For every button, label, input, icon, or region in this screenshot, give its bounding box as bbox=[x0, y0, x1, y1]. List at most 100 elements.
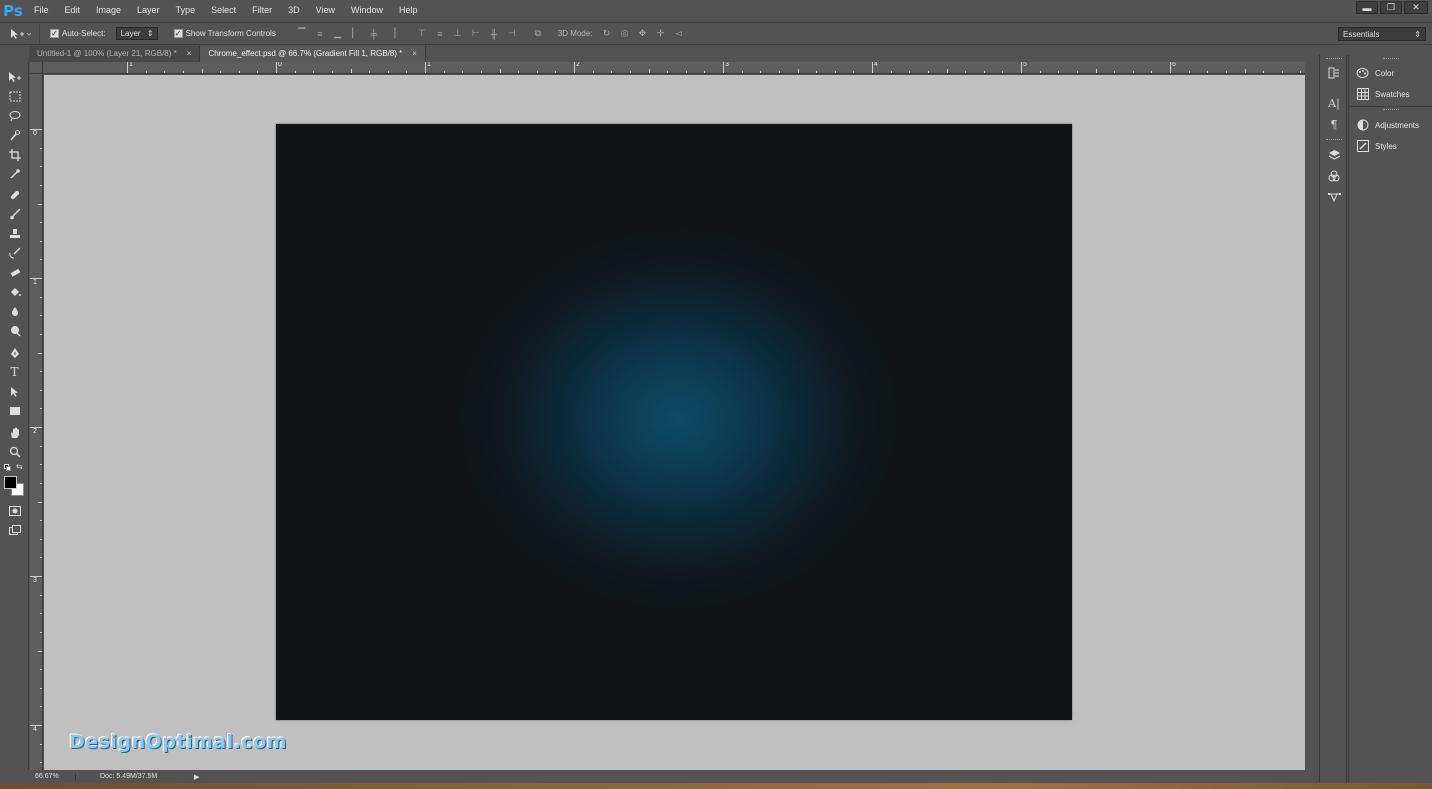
distribute-hcenter-icon[interactable]: ╫ bbox=[488, 28, 500, 40]
menu-edit[interactable]: Edit bbox=[57, 0, 89, 21]
align-vertical-centers-icon[interactable]: ≡ bbox=[314, 28, 326, 40]
close-button[interactable]: ✕ bbox=[1404, 1, 1428, 14]
align-horizontal-centers-icon[interactable]: ╪ bbox=[368, 28, 380, 40]
zoom-level[interactable]: 66.67% bbox=[30, 773, 76, 780]
menu-select[interactable]: Select bbox=[203, 0, 244, 21]
menu-window[interactable]: Window bbox=[343, 0, 391, 21]
auto-align-layers-icon[interactable]: ⧉ bbox=[532, 28, 544, 40]
roll-3d-icon[interactable]: ◎ bbox=[619, 28, 631, 40]
align-top-edges-icon[interactable]: ▔ bbox=[296, 28, 308, 40]
scale-3d-icon[interactable]: ◅ bbox=[673, 28, 685, 40]
lasso-tool-icon[interactable] bbox=[5, 107, 24, 124]
ruler-tick bbox=[592, 71, 594, 73]
history-panel-icon[interactable] bbox=[1326, 65, 1342, 81]
hand-tool-icon[interactable] bbox=[5, 424, 24, 441]
pen-tool-icon[interactable] bbox=[5, 344, 24, 361]
tab-untitled-1[interactable]: Untitled-1 @ 100% (Layer 21, RGB/8) * × bbox=[29, 46, 201, 62]
panel-grip[interactable] bbox=[1326, 139, 1342, 141]
brush-tool-icon[interactable] bbox=[5, 205, 24, 222]
distribute-vcenter-icon[interactable]: ≡ bbox=[434, 28, 446, 40]
options-bar: ✓ Auto-Select: Layer ⇕ ✓ Show Transform … bbox=[0, 22, 1432, 45]
align-right-edges-icon[interactable]: ▕ bbox=[386, 28, 398, 40]
ruler-tick bbox=[40, 613, 42, 615]
ruler-tick bbox=[40, 240, 42, 242]
auto-select-label: Auto-Select: bbox=[62, 29, 106, 38]
paint-bucket-tool-icon[interactable] bbox=[5, 283, 24, 300]
menu-layer[interactable]: Layer bbox=[129, 0, 168, 21]
status-menu-arrow-icon[interactable]: ▶ bbox=[194, 773, 199, 781]
ruler-tick bbox=[40, 631, 42, 633]
move-tool-icon[interactable] bbox=[5, 68, 24, 85]
quick-mask-icon[interactable] bbox=[5, 502, 24, 519]
ruler-tick bbox=[40, 184, 42, 186]
type-tool-icon[interactable]: T bbox=[5, 363, 24, 380]
paths-panel-icon[interactable] bbox=[1326, 189, 1342, 205]
panel-swatches[interactable]: Swatches bbox=[1356, 86, 1410, 102]
default-colors-icon[interactable] bbox=[4, 464, 11, 471]
menu-type[interactable]: Type bbox=[168, 0, 204, 21]
panel-color[interactable]: Color bbox=[1356, 65, 1394, 81]
character-panel-icon[interactable]: A| bbox=[1326, 95, 1342, 111]
align-bottom-edges-icon[interactable]: ▁ bbox=[332, 28, 344, 40]
workspace-switcher[interactable]: Essentials ⇕ bbox=[1338, 27, 1426, 41]
quick-select-tool-icon[interactable] bbox=[5, 126, 24, 143]
history-brush-tool-icon[interactable] bbox=[5, 244, 24, 261]
rectangle-tool-icon[interactable] bbox=[5, 402, 24, 419]
tab-chrome-effect[interactable]: Chrome_effect.psd @ 66.7% (Gradient Fill… bbox=[200, 46, 426, 62]
screen-mode-icon[interactable] bbox=[5, 521, 24, 538]
panel-label: Styles bbox=[1375, 141, 1397, 151]
eraser-tool-icon[interactable] bbox=[5, 264, 24, 281]
auto-select-checkbox[interactable]: ✓ bbox=[50, 29, 59, 38]
healing-brush-tool-icon[interactable] bbox=[5, 186, 24, 203]
blur-tool-icon[interactable] bbox=[5, 303, 24, 320]
zoom-tool-icon[interactable] bbox=[5, 443, 24, 460]
menu-view[interactable]: View bbox=[308, 0, 343, 21]
paragraph-panel-icon[interactable]: ¶ bbox=[1326, 116, 1342, 132]
align-left-edges-icon[interactable]: ▏ bbox=[350, 28, 362, 40]
slide-3d-icon[interactable]: ✛ bbox=[655, 28, 667, 40]
restore-button[interactable]: ❐ bbox=[1380, 1, 1402, 14]
menu-filter[interactable]: Filter bbox=[244, 0, 280, 21]
distribute-top-icon[interactable]: ⊤ bbox=[416, 28, 428, 40]
drag-3d-icon[interactable]: ✥ bbox=[637, 28, 649, 40]
panel-styles[interactable]: Styles bbox=[1356, 138, 1397, 154]
move-tool-icon bbox=[10, 28, 31, 39]
panel-adjustments[interactable]: Adjustments bbox=[1356, 117, 1419, 133]
ruler-tick bbox=[1076, 71, 1078, 73]
panel-grip[interactable] bbox=[1383, 58, 1399, 60]
path-selection-tool-icon[interactable] bbox=[5, 383, 24, 400]
tab-close-icon[interactable]: × bbox=[412, 46, 417, 62]
menu-3d[interactable]: 3D bbox=[280, 0, 308, 21]
distribute-left-icon[interactable]: ⊢ bbox=[470, 28, 482, 40]
ruler-label: 6 bbox=[1172, 62, 1176, 68]
swap-colors-icon[interactable]: ⇆ bbox=[16, 462, 23, 471]
dodge-tool-icon[interactable] bbox=[5, 322, 24, 339]
show-transform-checkbox[interactable]: ✓ bbox=[173, 29, 183, 38]
rotate-3d-icon[interactable]: ↻ bbox=[601, 28, 613, 40]
auto-select-target-dropdown[interactable]: Layer ⇕ bbox=[115, 27, 158, 40]
layers-panel-icon[interactable] bbox=[1326, 147, 1342, 163]
minimize-button[interactable]: ▬ bbox=[1356, 1, 1378, 14]
menu-help[interactable]: Help bbox=[391, 0, 426, 21]
menu-file[interactable]: File bbox=[26, 0, 57, 21]
marquee-tool-icon[interactable] bbox=[5, 88, 24, 105]
foreground-color-swatch[interactable] bbox=[4, 476, 17, 489]
align-buttons: ▔ ≡ ▁ ▏ ╪ ▕ bbox=[296, 28, 398, 40]
ruler-tick bbox=[331, 71, 333, 73]
distribute-bottom-icon[interactable]: ⊥ bbox=[452, 28, 464, 40]
channels-panel-icon[interactable] bbox=[1326, 168, 1342, 184]
ruler-tick bbox=[387, 71, 389, 73]
document-canvas[interactable] bbox=[276, 124, 1072, 720]
clone-stamp-tool-icon[interactable] bbox=[5, 225, 24, 242]
crop-tool-icon[interactable] bbox=[5, 146, 24, 163]
panel-grip[interactable] bbox=[1326, 58, 1342, 60]
menu-image[interactable]: Image bbox=[88, 0, 129, 21]
distribute-right-icon[interactable]: ⊣ bbox=[506, 28, 518, 40]
eyedropper-tool-icon[interactable] bbox=[5, 165, 24, 182]
ruler-origin[interactable] bbox=[30, 62, 43, 74]
tab-close-icon[interactable]: × bbox=[187, 46, 192, 62]
ruler-tick bbox=[38, 650, 42, 652]
panel-grip[interactable] bbox=[1383, 109, 1399, 111]
ruler-tick bbox=[40, 706, 42, 708]
tool-preset-picker[interactable] bbox=[0, 23, 40, 44]
